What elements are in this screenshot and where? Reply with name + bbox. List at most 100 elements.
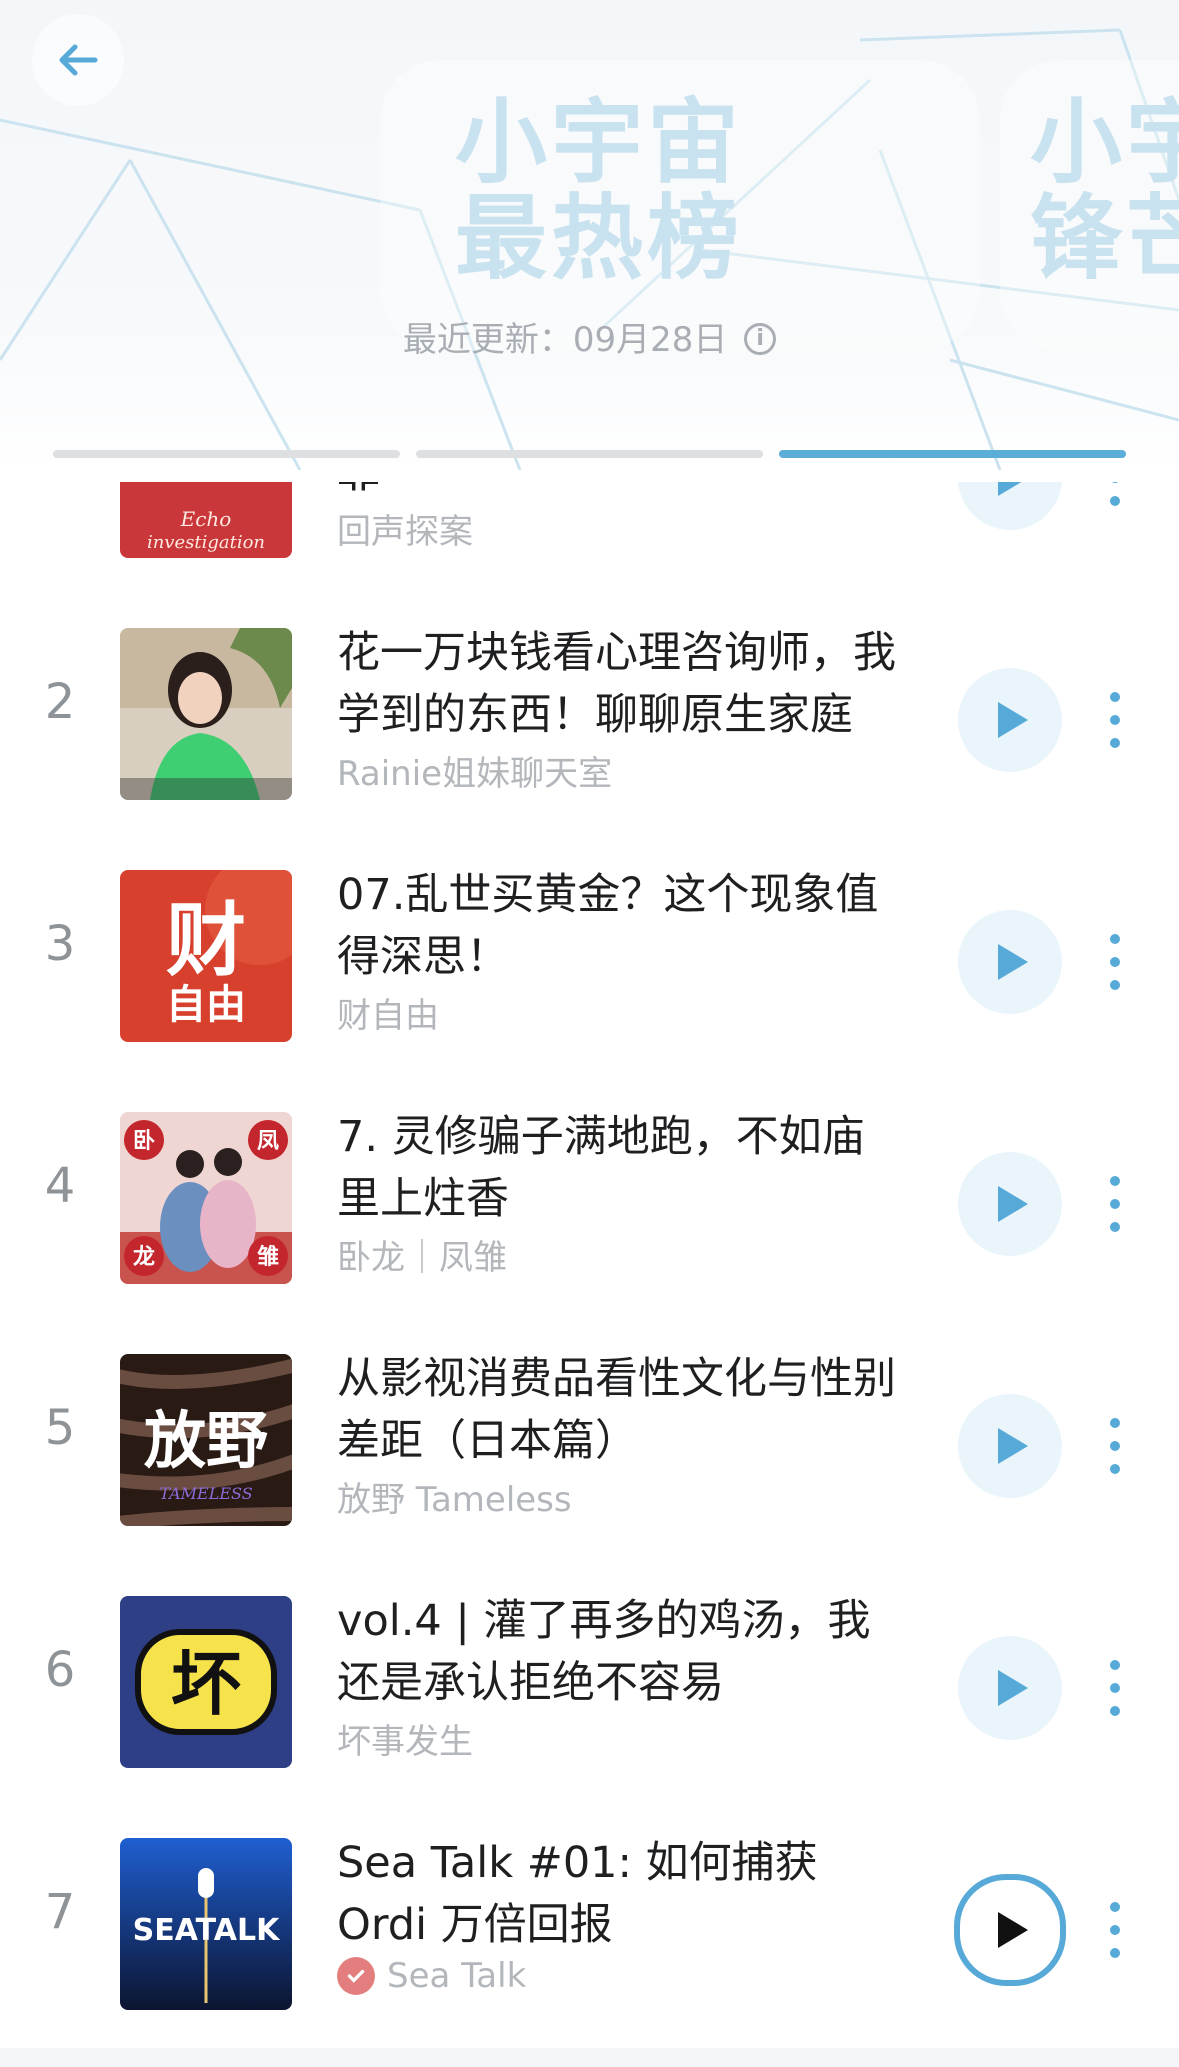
rank-number: 4 [44,1158,76,1214]
list-item[interactable]: 3 财 自由 07.乱世买黄金？这个现象值得深思！ 财自由 [0,828,1179,1070]
dot [1110,980,1120,990]
rank-number: 2 [44,674,76,730]
episode-cover[interactable]: 财 自由 [120,870,292,1042]
podcast-name[interactable]: 坏事发生 [337,1714,473,1763]
huaishi-cover-icon: 坏 [120,1596,292,1768]
podcast-name-text: 放野 Tameless [337,1480,572,1520]
verified-icon [337,1957,375,1995]
play-button[interactable] [958,910,1062,1014]
dot [1110,1222,1120,1232]
episode-title[interactable]: 07.乱世买黄金？这个现象值得深思！ [337,864,907,988]
dot [1110,715,1120,725]
podcast-name-text: 坏事发生 [337,1722,473,1762]
episode-title[interactable]: 花一万块钱看心理咨询师，我学到的东西！聊聊原生家庭 [337,622,907,746]
play-icon [998,1186,1028,1222]
chart-tab-indicator-3[interactable] [779,450,1126,458]
episode-cover[interactable]: 卧 凤 龙 雏 [120,1112,292,1284]
podcast-name[interactable]: Sea Talk [337,1956,526,1996]
svg-text:雏: 雏 [257,1244,279,1270]
info-icon[interactable]: i [744,322,777,355]
play-button[interactable] [958,668,1062,772]
dot [1110,1441,1120,1451]
list-item[interactable]: 6 坏 vol.4 | 灌了再多的鸡汤，我还是承认拒绝不容易 坏事发生 [0,1554,1179,1796]
hero-title-side: 小宇 锋芒 [1030,89,1179,292]
svg-text:卧: 卧 [133,1129,155,1154]
episode-cover[interactable] [120,628,292,800]
dot [1110,1948,1120,1958]
svg-text:SEATALK: SEATALK [133,1913,281,1948]
play-button[interactable] [958,1636,1062,1740]
more-options-button[interactable] [1100,1408,1130,1484]
dot [1110,1464,1120,1474]
episode-title[interactable]: 农场探索案 Pt.2——完美犯罪 [337,482,907,504]
rank-number: 5 [44,1400,76,1456]
episode-title[interactable]: Sea Talk #01: 如何捕获 Ordi 万倍回报 [337,1832,907,1956]
svg-text:investigation: investigation [147,532,265,553]
play-icon [998,1428,1028,1464]
episode-title[interactable]: 从影视消费品看性文化与性别差距（日本篇） [337,1348,907,1472]
more-options-button[interactable] [1100,1650,1130,1726]
play-icon [998,1912,1028,1948]
fangye-cover-icon: 放野 TAMELESS [120,1354,292,1526]
chart-tab-indicator-2[interactable] [416,450,763,458]
podcast-name-text: Rainie姐妹聊天室 [337,754,613,794]
bottom-bar [0,2048,1179,2067]
episode-cover[interactable]: Echo investigation [120,482,292,558]
play-button[interactable] [958,1152,1062,1256]
svg-text:Echo: Echo [180,507,232,531]
update-info: 最近更新：09月28日 i [0,312,1179,361]
episode-cover[interactable]: SEATALK [120,1838,292,2010]
more-options-button[interactable] [1100,924,1130,1000]
podcast-name[interactable]: Rainie姐妹聊天室 [337,746,612,795]
more-options-button[interactable] [1100,482,1130,516]
play-button[interactable] [958,482,1062,530]
list-item[interactable]: 2 花一万块钱看心理咨询师，我学到的东西！聊聊原生家庭 Rainie姐妹聊天室 [0,586,1179,828]
svg-text:放野: 放野 [144,1404,268,1477]
episode-title[interactable]: 7. 灵修骗子满地跑，不如庙里上炷香 [337,1106,907,1230]
episode-cover[interactable]: 放野 TAMELESS [120,1354,292,1526]
dot [1110,957,1120,967]
more-options-button[interactable] [1100,1166,1130,1242]
list-item[interactable]: 4 卧 凤 龙 雏 7. 灵修骗子满地跑，不如庙里上炷香 卧龙｜凤雏 [0,1070,1179,1312]
rank-number: 6 [44,1642,76,1698]
chart-header: 小宇宙 最热榜 小宇 锋芒 最近更新：09月28日 i [0,0,1179,470]
svg-text:自由: 自由 [166,982,246,1028]
dot [1110,1176,1120,1186]
list-item[interactable]: 5 放野 TAMELESS 从影视消费品看性文化与性别差距（日本篇） 放野 Ta… [0,1312,1179,1554]
episode-list: 1 Echo investigation 农场探索案 Pt.2——完美犯罪 回声… [0,482,1179,2067]
chart-tab-progress [53,450,1126,460]
podcast-name[interactable]: 回声探案 [337,504,473,553]
podcast-name-text: Sea Talk [387,1956,527,1996]
episode-title[interactable]: vol.4 | 灌了再多的鸡汤，我还是承认拒绝不容易 [337,1590,907,1714]
more-options-button[interactable] [1100,1892,1130,1968]
arrow-left-icon [59,44,98,76]
list-item[interactable]: 7 SEATALK Sea Talk #01: 如何捕获 Ordi 万倍回报 S… [0,1796,1179,2038]
play-icon [998,482,1022,496]
play-button-active[interactable] [954,1874,1066,1986]
more-options-button[interactable] [1100,682,1130,758]
podcast-name[interactable]: 卧龙｜凤雏 [337,1230,507,1279]
dot [1110,1418,1120,1428]
play-icon [998,944,1028,980]
list-item[interactable]: 1 Echo investigation 农场探索案 Pt.2——完美犯罪 回声… [0,482,1179,586]
podcast-name[interactable]: 财自由 [337,988,439,1037]
update-date: 最近更新：09月28日 [402,320,728,360]
podcast-name-text: 卧龙｜凤雏 [337,1238,507,1278]
dot [1110,482,1120,483]
svg-text:TAMELESS: TAMELESS [159,1484,252,1503]
play-button[interactable] [958,1394,1062,1498]
dot [1110,1683,1120,1693]
dot [1110,1925,1120,1935]
svg-text:龙: 龙 [133,1245,155,1270]
dot [1110,1660,1120,1670]
play-icon [998,1670,1028,1706]
chart-tab-indicator-1[interactable] [53,450,400,458]
echo-investigation-cover-icon: Echo investigation [120,482,292,558]
episode-cover[interactable]: 坏 [120,1596,292,1768]
back-button[interactable] [32,14,124,106]
podcast-name-text: 回声探案 [337,512,473,552]
podcast-name[interactable]: 放野 Tameless [337,1472,572,1521]
rank-number: 3 [44,916,76,972]
cai-ziyou-cover-icon: 财 自由 [120,870,292,1042]
portrait-woman-cover-icon [120,628,292,800]
